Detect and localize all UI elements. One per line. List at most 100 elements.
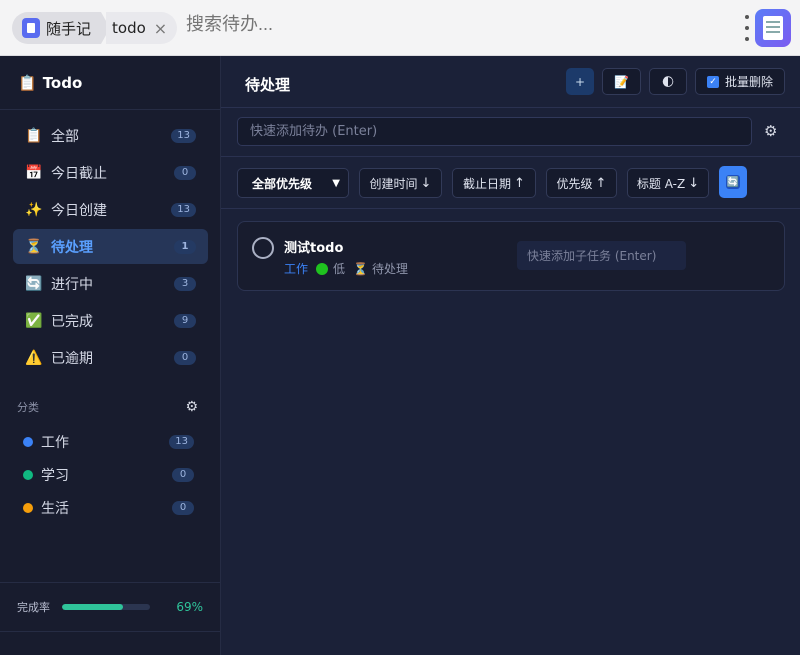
gear-icon[interactable]: ⚙ (764, 122, 777, 140)
more-options-icon[interactable] (742, 15, 752, 41)
category-label: 生活 (41, 500, 69, 517)
chevron-down-icon: ▼ (332, 177, 340, 189)
check-mark-icon: ✅ (25, 312, 43, 329)
sort-due-button[interactable]: 截止日期 ↑ (452, 168, 536, 198)
category-list: 工作 13 学习 0 生活 0 (0, 417, 220, 524)
gear-icon[interactable]: ⚙ (185, 399, 198, 415)
sidebar-item-in-progress[interactable]: 🔄 进行中 3 (13, 266, 208, 301)
complete-toggle-circle[interactable] (252, 237, 274, 259)
category-color-dot (23, 436, 33, 447)
category-label: 学习 (41, 467, 69, 484)
arrow-up-icon: ↑ (514, 175, 525, 191)
quick-add-row (237, 117, 752, 146)
progress-fill (62, 604, 123, 610)
categories-title: 分类 (17, 401, 39, 414)
subtask-quick-add-input[interactable] (517, 241, 686, 270)
sidebar-item-label: 已逾期 (51, 350, 93, 367)
sidebar-item-label: 今日截止 (51, 165, 107, 182)
app-logo-icon[interactable] (755, 9, 791, 47)
count-badge: 13 (171, 128, 196, 143)
theme-toggle-button[interactable]: 🌓 (649, 68, 687, 95)
sidebar-title: Todo (42, 73, 83, 92)
completion-rate: 完成率 69% (0, 582, 220, 632)
arrow-down-icon: ↓ (420, 175, 432, 191)
search-input[interactable] (186, 14, 686, 35)
category-item-study[interactable]: 学习 0 (23, 458, 194, 491)
sort-priority-button[interactable]: 优先级 ↑ (546, 168, 617, 198)
checkbox-checked-icon[interactable]: ✓ (706, 75, 719, 88)
half-moon-icon: 🌓 (661, 74, 675, 89)
todo-status: 待处理 (371, 262, 408, 276)
warning-icon: ⚠️ (25, 349, 43, 366)
app-name: 随手记 (46, 19, 92, 38)
priority-filter-select[interactable]: 全部优先级 ▼ (237, 168, 349, 198)
batch-delete-label: 批量删除 (724, 75, 773, 89)
category-item-work[interactable]: 工作 13 (23, 425, 194, 458)
hourglass-icon: ⏳ (353, 261, 368, 276)
sort-label: 标题 A-Z (636, 176, 686, 191)
count-badge: 0 (172, 467, 194, 482)
filter-bar: 全部优先级 ▼ 创建时间 ↓ 截止日期 ↑ 优先级 ↑ 标题 A-Z ↓ 🔄 (221, 156, 800, 209)
category-color-dot (23, 469, 33, 480)
page-title: 待处理 (245, 76, 291, 94)
category-color-dot (23, 502, 33, 513)
todo-priority: 低 (333, 262, 346, 276)
sidebar-item-label: 待处理 (51, 239, 93, 256)
refresh-icon: 🔄 (25, 275, 43, 292)
todo-title[interactable]: 测试todo (284, 237, 343, 256)
count-badge: 1 (174, 239, 196, 254)
sidebar-item-label: 进行中 (51, 276, 93, 293)
sidebar: 📋 Todo 📋 全部 13 📅 今日截止 0 ✨ 今日创建 13 ⏳ 待处理 … (0, 56, 221, 655)
hourglass-icon: ⏳ (25, 238, 43, 255)
completion-progress-bar (62, 604, 150, 610)
priority-select-value: 全部优先级 (252, 176, 313, 191)
memo-icon: 📝 (614, 74, 629, 89)
categories-header: 分类 ⚙ (0, 397, 220, 417)
batch-delete-toggle[interactable]: ✓ 批量删除 (695, 68, 785, 95)
todo-card[interactable]: 测试todo 工作 低 ⏳ 待处理 (237, 221, 785, 291)
page-tab[interactable]: todo × (106, 12, 178, 44)
priority-low-dot (316, 262, 329, 275)
count-badge: 9 (174, 313, 196, 328)
app-tab[interactable]: 随手记 (12, 12, 102, 44)
clipboard-icon: 📋 (18, 73, 37, 92)
arrow-down-icon: ↓ (688, 175, 700, 191)
close-icon[interactable]: × (154, 19, 167, 38)
add-todo-button[interactable]: + (566, 68, 594, 95)
sidebar-item-label: 今日创建 (51, 202, 107, 219)
sparkles-icon: ✨ (25, 201, 43, 218)
todo-meta: 工作 低 ⏳ 待处理 (284, 260, 408, 277)
refresh-button[interactable]: 🔄 (719, 166, 747, 198)
todo-category[interactable]: 工作 (284, 260, 308, 277)
breadcrumb: 随手记 todo × (12, 12, 178, 44)
sidebar-item-created-today[interactable]: ✨ 今日创建 13 (13, 192, 208, 227)
count-badge: 0 (174, 165, 196, 180)
count-badge: 3 (174, 276, 196, 291)
sidebar-header: 📋 Todo (0, 56, 220, 110)
memo-button[interactable]: 📝 (602, 68, 641, 95)
sidebar-item-due-today[interactable]: 📅 今日截止 0 (13, 155, 208, 190)
sort-created-button[interactable]: 创建时间 ↓ (359, 168, 442, 198)
top-bar: 随手记 todo × (0, 0, 800, 56)
notebook-app-icon (22, 18, 40, 38)
sidebar-nav: 📋 全部 13 📅 今日截止 0 ✨ 今日创建 13 ⏳ 待处理 1 🔄 进行中… (0, 110, 220, 375)
page-name: todo (112, 19, 146, 37)
sort-label: 优先级 (556, 176, 593, 191)
sidebar-item-pending[interactable]: ⏳ 待处理 1 (13, 229, 208, 264)
category-label: 工作 (41, 434, 69, 451)
completion-label: 完成率 (17, 601, 50, 614)
sidebar-item-overdue[interactable]: ⚠️ 已逾期 0 (13, 340, 208, 375)
main-panel: 待处理 + 📝 🌓 ✓ 批量删除 ⚙ 全部优先级 ▼ 创建时间 ↓ 截止日期 ↑… (221, 56, 800, 655)
main-header: 待处理 + 📝 🌓 ✓ 批量删除 (221, 56, 800, 108)
sidebar-item-completed[interactable]: ✅ 已完成 9 (13, 303, 208, 338)
quick-add-input[interactable] (237, 117, 752, 146)
count-badge: 13 (169, 434, 194, 449)
refresh-icon: 🔄 (726, 175, 740, 189)
category-item-life[interactable]: 生活 0 (23, 491, 194, 524)
count-badge: 0 (174, 350, 196, 365)
sidebar-item-all[interactable]: 📋 全部 13 (13, 118, 208, 153)
sort-label: 创建时间 (369, 176, 418, 191)
calendar-icon: 📅 (25, 164, 43, 181)
sort-title-button[interactable]: 标题 A-Z ↓ (627, 168, 709, 198)
sort-label: 截止日期 (463, 176, 512, 191)
